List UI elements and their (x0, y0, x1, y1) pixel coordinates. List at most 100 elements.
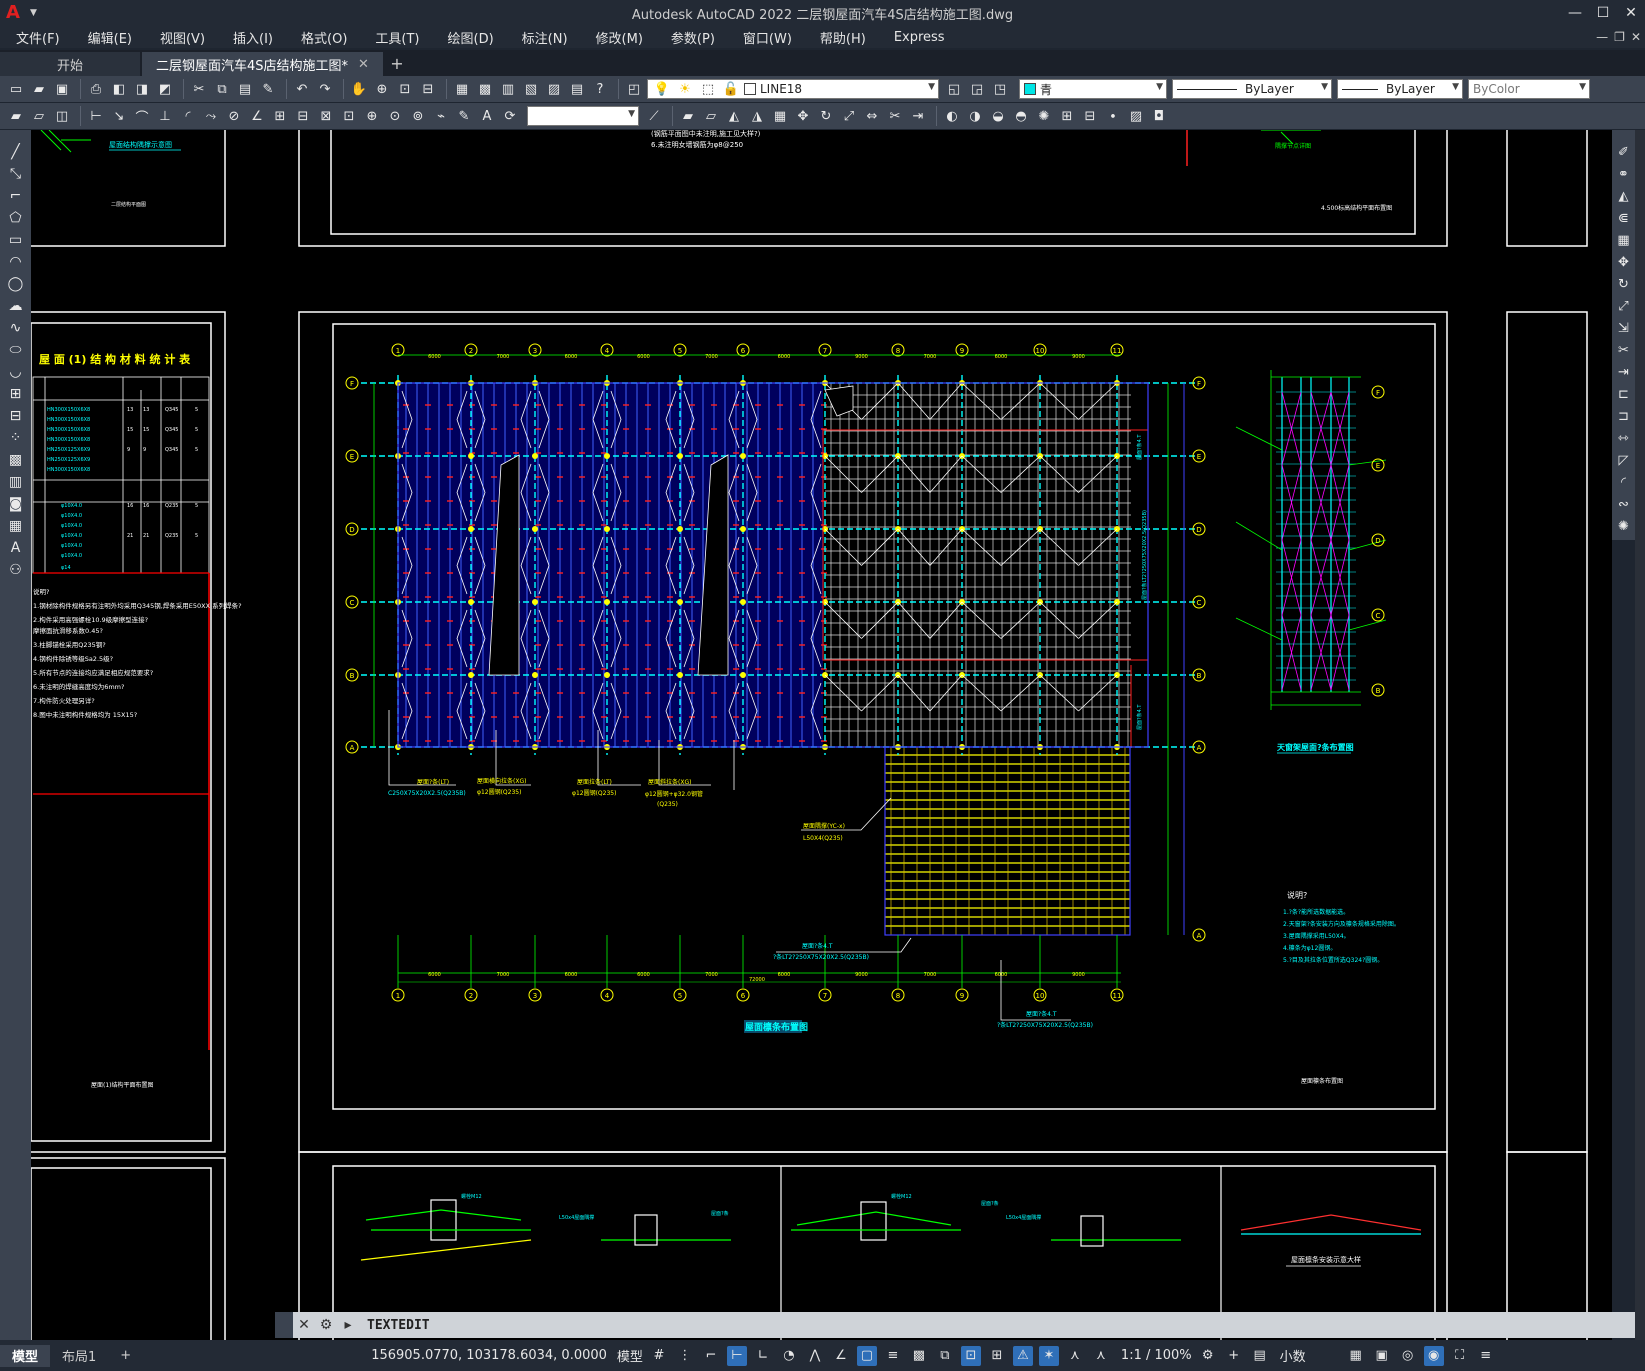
tool-palettes-icon[interactable]: ▥ (498, 79, 518, 99)
offset-icon[interactable]: ⋐ (1615, 208, 1633, 228)
construction-line-icon[interactable]: ⤡ (6, 164, 26, 184)
isometric-icon[interactable]: ⋀ (805, 1346, 825, 1366)
3d-dwf-icon[interactable]: ◩ (155, 79, 175, 99)
make-current-layer-icon[interactable]: ◱ (944, 79, 964, 99)
tab-drawing[interactable]: 二层钢屋面汽车4S店结构施工图* ✕ (142, 52, 383, 76)
design-center-icon[interactable]: ▩ (475, 79, 495, 99)
hardware-acceleration-icon[interactable]: ◉ (1423, 1345, 1444, 1366)
doc-close-icon[interactable]: ✕ (1631, 30, 1641, 44)
array-icon[interactable]: ▦ (770, 106, 790, 126)
offset-icon[interactable]: ◮ (747, 106, 767, 126)
annotation-scale[interactable]: 1:1 / 100% (1121, 1348, 1192, 1363)
new-tab-icon[interactable]: + (385, 52, 409, 76)
table-icon[interactable]: ▦ (6, 516, 26, 536)
copy-object-icon[interactable]: ▱ (701, 106, 721, 126)
polar-icon[interactable]: ◔ (779, 1346, 799, 1366)
scale-icon[interactable]: ⤢ (839, 106, 859, 126)
multiline-text-icon[interactable]: A (6, 538, 26, 558)
menu-view[interactable]: 视图(V) (144, 28, 217, 47)
copy-icon[interactable]: ⚭ (1615, 164, 1633, 184)
arc-icon[interactable]: ◠ (6, 252, 26, 272)
baseline-dim-icon[interactable]: ⊟ (293, 106, 313, 126)
chamfer-icon[interactable]: ◸ (1615, 450, 1633, 470)
ellipse-arc-icon[interactable]: ◡ (6, 362, 26, 382)
match-properties-icon[interactable]: ✎ (258, 79, 278, 99)
object-snap-icon[interactable]: ▢ (856, 1345, 877, 1366)
move-icon[interactable]: ✥ (1615, 252, 1633, 272)
blend-curves-icon[interactable]: ∾ (1615, 494, 1633, 514)
lineweight-icon[interactable]: ≡ (883, 1346, 903, 1366)
menu-edit[interactable]: 编辑(E) (72, 28, 144, 47)
angular-dim-icon[interactable]: ∠ (247, 106, 267, 126)
jogged-dim-icon[interactable]: ⤳ (201, 106, 221, 126)
hatch-icon[interactable]: ▩ (6, 450, 26, 470)
drawing-canvas[interactable]: (钢筋平面图中未注明,施工见大样?) 6.未注明女墙钢筋为φ8@250 4.50… (31, 130, 1612, 1345)
gizmo-icon[interactable]: ✶ (1038, 1345, 1059, 1366)
layer-dropdown[interactable]: 💡 ☀ ⬚ 🔓 LINE18 ▼ (647, 79, 939, 99)
sheet-set-icon[interactable]: ▧ (521, 79, 541, 99)
region-icon[interactable]: ◙ (6, 494, 26, 514)
units-icon[interactable]: ▤ (1250, 1346, 1270, 1366)
new-icon[interactable]: ▭ (6, 79, 26, 99)
spline-icon[interactable]: ∿ (6, 318, 26, 338)
dim-style-dropdown[interactable]: ▼ (527, 106, 639, 126)
menu-draw[interactable]: 绘图(D) (432, 28, 506, 47)
stretch-icon[interactable]: ⇔ (862, 106, 882, 126)
ortho-icon[interactable]: ∟ (753, 1346, 773, 1366)
point-icon[interactable]: ∙ (1103, 106, 1123, 126)
line-icon[interactable]: ╱ (6, 142, 26, 162)
arc-length-icon[interactable]: ⌒ (132, 106, 152, 126)
menu-dimension[interactable]: 标注(N) (506, 28, 580, 47)
create-block-icon[interactable]: ⊟ (1080, 106, 1100, 126)
publish-icon[interactable]: ◨ (132, 79, 152, 99)
snap-icon[interactable]: ⋮ (675, 1346, 695, 1366)
auto-scale-icon[interactable]: ⋏ (1091, 1346, 1111, 1366)
command-line-handle[interactable] (275, 1312, 293, 1338)
tab-start[interactable]: 开始 (0, 52, 140, 76)
menu-modify[interactable]: 修改(M) (580, 28, 655, 47)
explode-icon[interactable]: ✺ (1615, 516, 1633, 536)
add-selected-icon[interactable]: ⚇ (6, 560, 26, 580)
rotate-icon[interactable]: ↻ (1615, 274, 1633, 294)
break-at-point-icon[interactable]: ⊏ (1615, 384, 1633, 404)
polyline-icon[interactable]: ⌐ (6, 186, 26, 206)
isolate-objects-icon[interactable]: ◎ (1398, 1346, 1418, 1366)
annotation-monitor-icon[interactable]: + (1224, 1346, 1244, 1366)
layer-properties-icon[interactable]: ◰ (624, 79, 644, 99)
clean-screen-icon[interactable]: ⛶ (1450, 1346, 1470, 1366)
zoom-window-icon[interactable]: ⊡ (395, 79, 415, 99)
dim-edit-icon[interactable]: ✎ (454, 106, 474, 126)
inspection-icon[interactable]: ⊚ (408, 106, 428, 126)
stretch-icon[interactable]: ⇲ (1615, 318, 1633, 338)
grid-icon[interactable]: # (649, 1346, 669, 1366)
command-recent-icon[interactable]: ▸ (337, 1317, 359, 1333)
region-icon[interactable]: ◘ (1149, 106, 1169, 126)
radius-dim-icon[interactable]: ◜ (178, 106, 198, 126)
mirror-icon[interactable]: ◭ (1615, 186, 1633, 206)
hatch-icon[interactable]: ▨ (1126, 106, 1146, 126)
table-style-icon[interactable]: ◫ (52, 106, 72, 126)
zoom-previous-icon[interactable]: ⊟ (418, 79, 438, 99)
minimize-icon[interactable]: — (1561, 0, 1589, 26)
break-icon[interactable]: ◐ (942, 106, 962, 126)
join-icon[interactable]: ⇿ (1615, 428, 1633, 448)
menu-window[interactable]: 窗口(W) (727, 28, 804, 47)
fillet-icon[interactable]: ◓ (1011, 106, 1031, 126)
explode-icon[interactable]: ✺ (1034, 106, 1054, 126)
transparency-icon[interactable]: ▩ (909, 1346, 929, 1366)
menu-format[interactable]: 格式(O) (285, 28, 359, 47)
trim-icon[interactable]: ✂ (1615, 340, 1633, 360)
selection-filter-icon[interactable]: ⚠ (1012, 1345, 1033, 1366)
object-snap-tracking-icon[interactable]: ∠ (831, 1346, 851, 1366)
command-close-icon[interactable]: ✕ (293, 1317, 315, 1333)
quick-properties-icon[interactable]: ▦ (1346, 1346, 1366, 1366)
make-block-icon[interactable]: ⊟ (6, 406, 26, 426)
array-icon[interactable]: ▦ (1615, 230, 1633, 250)
rectangle-icon[interactable]: ▭ (6, 230, 26, 250)
lock-ui-icon[interactable]: ▣ (1372, 1346, 1392, 1366)
tab-model[interactable]: 模型 (0, 1344, 51, 1367)
layer-previous-icon[interactable]: ◲ (967, 79, 987, 99)
mirror-icon[interactable]: ◭ (724, 106, 744, 126)
polygon-icon[interactable]: ⬠ (6, 208, 26, 228)
customization-icon[interactable]: ≡ (1476, 1346, 1496, 1366)
